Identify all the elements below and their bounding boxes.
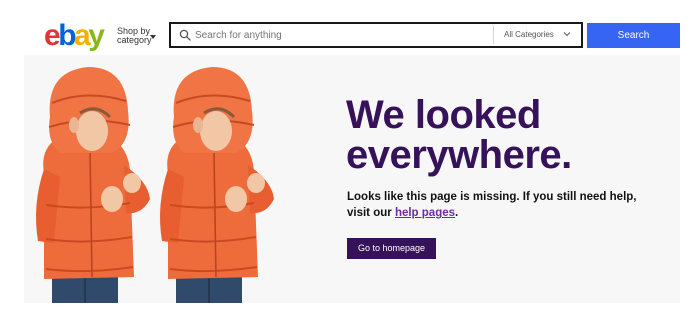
logo-letter-e: e — [44, 19, 61, 52]
search-input[interactable] — [195, 26, 487, 44]
category-select-value: All Categories — [504, 30, 554, 39]
go-to-homepage-button[interactable]: Go to homepage — [347, 238, 436, 259]
headline-line-1: We looked — [346, 93, 541, 137]
ebay-logo[interactable]: ebay — [44, 20, 112, 52]
message-end: . — [455, 207, 459, 219]
child-in-jacket-image — [36, 67, 150, 303]
help-pages-link[interactable]: help pages — [395, 207, 455, 219]
shop-by-category-button[interactable]: Shop by category — [117, 27, 153, 45]
missing-page-message: Looks like this page is missing. If you … — [347, 189, 647, 221]
child-in-jacket-image — [160, 67, 274, 303]
chevron-down-icon — [563, 32, 571, 37]
headline-line-2: everywhere. — [346, 133, 572, 177]
caret-down-icon[interactable] — [150, 35, 156, 39]
search-button[interactable]: Search — [587, 23, 680, 48]
message-text: Looks like this page is missing. If you … — [347, 191, 637, 219]
search-bar: All Categories — [169, 22, 583, 48]
search-icon — [179, 29, 191, 41]
category-select[interactable]: All Categories — [494, 24, 581, 46]
logo-letter-a: a — [74, 19, 91, 52]
logo-letter-b: b — [58, 19, 76, 52]
logo-letter-y: y — [88, 19, 105, 52]
page-headline: We looked everywhere. — [346, 95, 572, 175]
category-label: category — [117, 35, 152, 45]
